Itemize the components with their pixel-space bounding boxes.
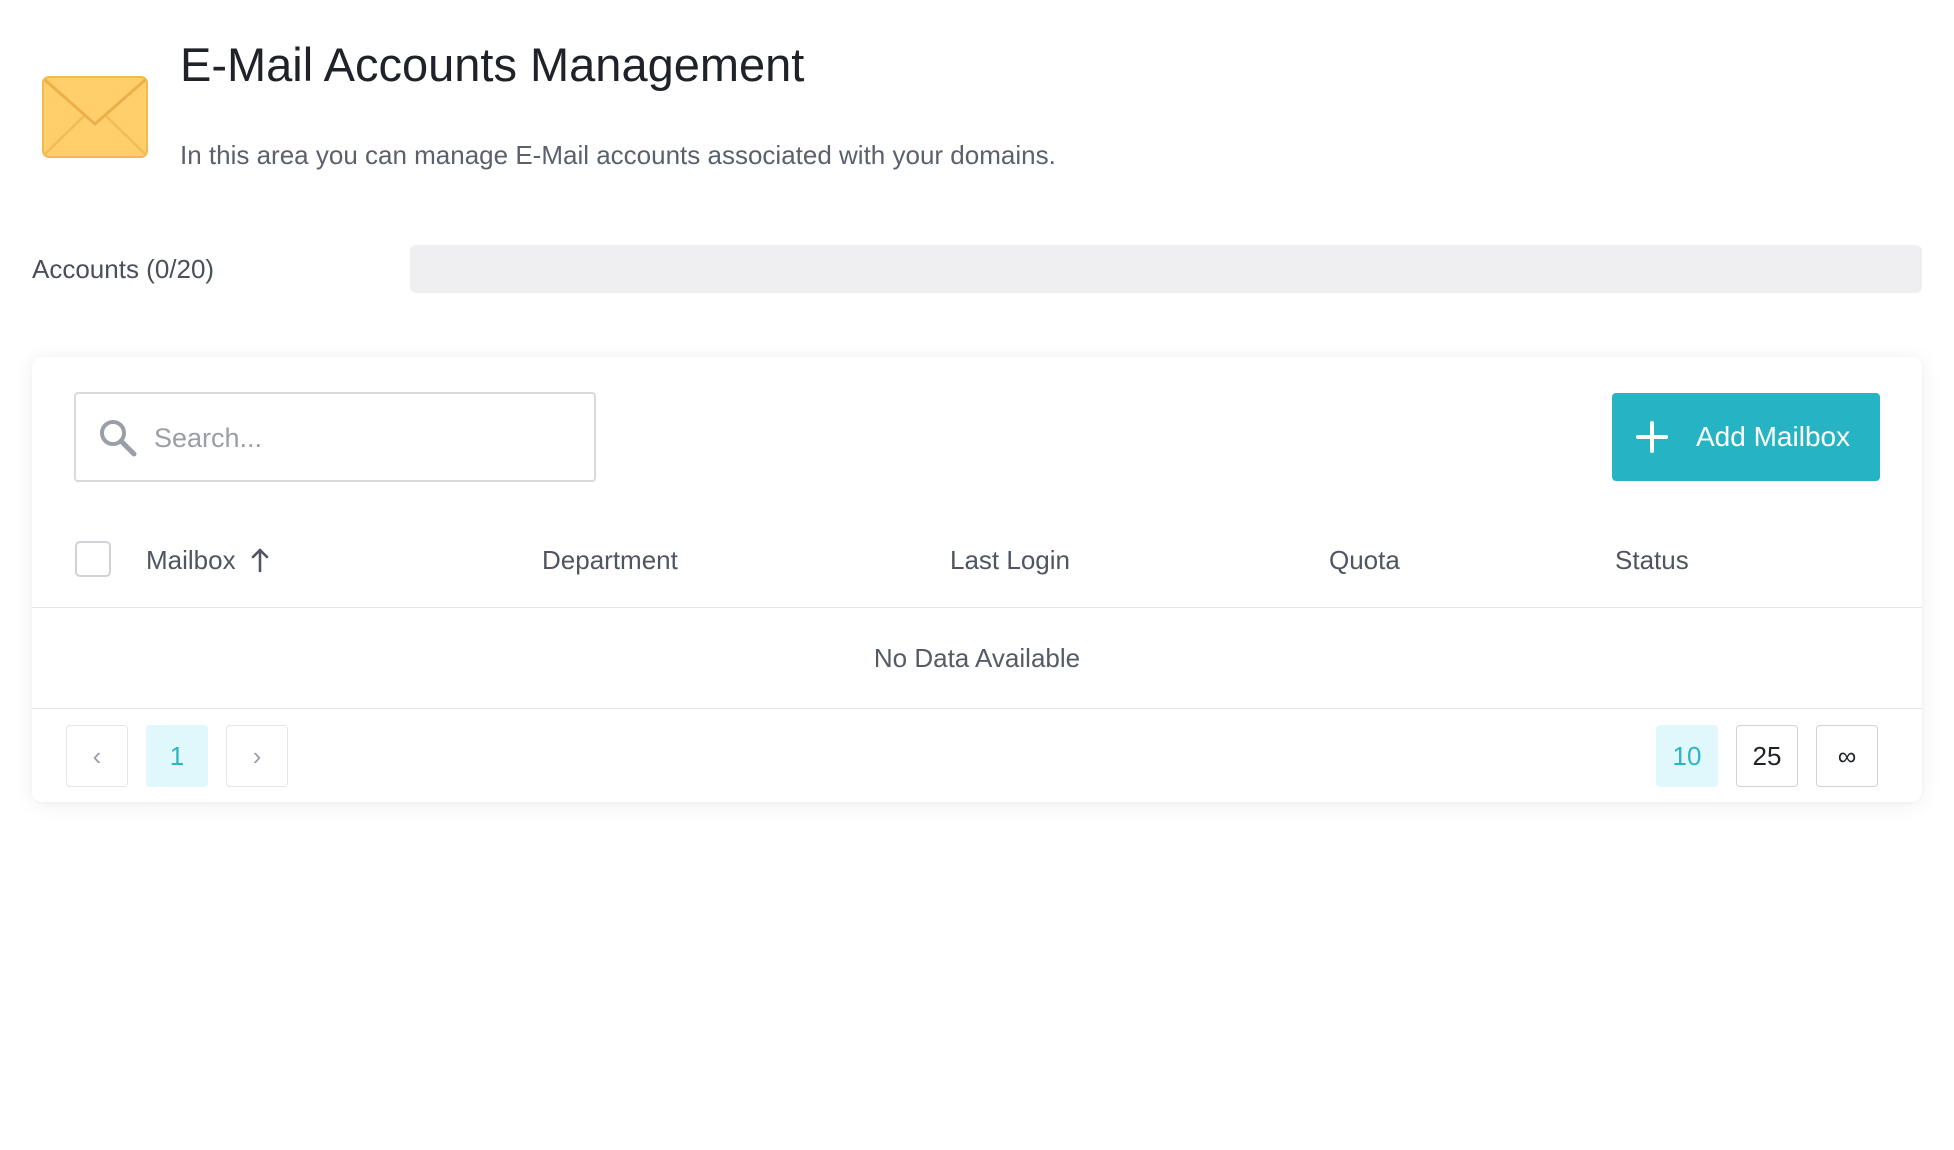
- column-header-mailbox[interactable]: Mailbox: [146, 543, 236, 577]
- search-input[interactable]: [152, 412, 576, 464]
- add-mailbox-label: Add Mailbox: [1696, 421, 1851, 452]
- select-all-checkbox[interactable]: [75, 541, 111, 577]
- page-size-25-button[interactable]: 25: [1736, 725, 1798, 787]
- chevron-left-icon: ‹: [92, 740, 102, 771]
- empty-state-row: No Data Available: [32, 608, 1922, 709]
- column-header-status[interactable]: Status: [1615, 543, 1689, 577]
- chevron-right-icon: ›: [252, 740, 262, 771]
- add-mailbox-button[interactable]: Add Mailbox: [1612, 393, 1880, 481]
- page-title: E-Mail Accounts Management: [180, 38, 805, 91]
- previous-page-button[interactable]: ‹: [66, 725, 128, 787]
- envelope-icon: [42, 76, 148, 158]
- page: E-Mail Accounts Management In this area …: [0, 0, 1954, 1150]
- search-icon: [100, 420, 137, 457]
- accounts-usage-label: Accounts (0/20): [32, 254, 215, 284]
- page-size-10-button[interactable]: 10: [1656, 725, 1718, 787]
- column-header-last-login[interactable]: Last Login: [950, 543, 1070, 577]
- mailbox-table-card: Add Mailbox Mailbox Department Last Logi…: [32, 357, 1922, 802]
- table-header: Mailbox Department Last Login Quota Stat…: [32, 517, 1922, 608]
- column-header-quota[interactable]: Quota: [1329, 543, 1400, 577]
- page-button-1[interactable]: 1: [146, 725, 208, 787]
- plus-icon: [1636, 421, 1668, 453]
- accounts-usage-bar: [410, 245, 1922, 293]
- page-size-all-button[interactable]: ∞: [1816, 725, 1878, 787]
- search-field[interactable]: [74, 392, 596, 482]
- empty-state-message: No Data Available: [873, 643, 1081, 673]
- column-header-department[interactable]: Department: [542, 543, 678, 577]
- sort-ascending-icon[interactable]: [250, 547, 270, 573]
- next-page-button[interactable]: ›: [226, 725, 288, 787]
- page-subtitle: In this area you can manage E-Mail accou…: [180, 140, 1056, 170]
